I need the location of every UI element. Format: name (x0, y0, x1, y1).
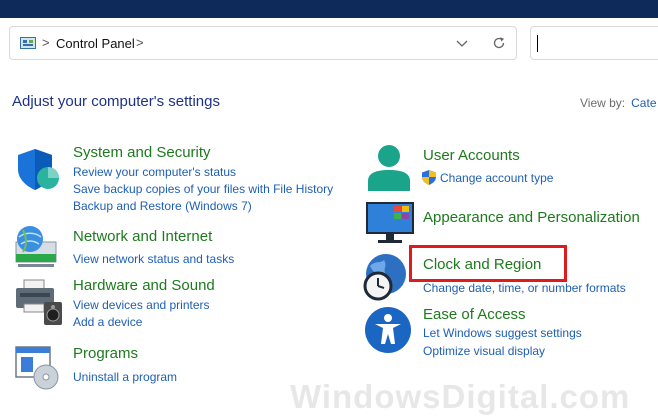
search-input[interactable] (530, 26, 658, 60)
link-review-status[interactable]: Review your computer's status (73, 165, 236, 179)
link-windows-suggest-settings[interactable]: Let Windows suggest settings (423, 326, 582, 340)
address-bar[interactable]: > Control Panel > (9, 26, 517, 60)
link-uninstall-program[interactable]: Uninstall a program (73, 370, 177, 384)
refresh-icon[interactable] (492, 36, 506, 50)
link-optimize-visual-display[interactable]: Optimize visual display (423, 344, 545, 358)
link-network-status[interactable]: View network status and tasks (73, 252, 234, 266)
link-backup-restore[interactable]: Backup and Restore (Windows 7) (73, 199, 252, 213)
text-cursor (537, 35, 538, 52)
breadcrumb-control-panel[interactable]: Control Panel (56, 36, 135, 51)
ease-of-access-icon[interactable] (364, 306, 412, 354)
category-system-and-security[interactable]: System and Security (73, 144, 211, 161)
category-hardware-and-sound[interactable]: Hardware and Sound (73, 277, 215, 294)
view-by-label: View by: (580, 96, 626, 110)
link-devices-printers[interactable]: View devices and printers (73, 298, 210, 312)
programs-icon[interactable] (14, 345, 62, 391)
category-appearance-and-personalization[interactable]: Appearance and Personalization (423, 209, 640, 226)
network-icon[interactable] (13, 224, 63, 270)
window-title-bar (0, 0, 658, 18)
breadcrumb-expand-chevron[interactable]: > (136, 35, 144, 50)
link-file-history[interactable]: Save backup copies of your files with Fi… (73, 182, 333, 196)
clock-globe-icon[interactable] (360, 252, 412, 302)
view-by-control[interactable]: View by: Cate (580, 96, 657, 110)
shield-icon[interactable] (14, 146, 62, 194)
view-by-value[interactable]: Cate (631, 96, 656, 110)
category-user-accounts[interactable]: User Accounts (423, 147, 520, 164)
uac-shield-icon (422, 170, 436, 185)
page-title: Adjust your computer's settings (12, 93, 220, 110)
link-add-device[interactable]: Add a device (73, 315, 142, 329)
chevron-down-icon[interactable] (456, 37, 468, 49)
link-change-account-type[interactable]: Change account type (440, 171, 553, 185)
control-panel-icon (20, 37, 36, 49)
breadcrumb-separator: > (42, 35, 50, 50)
user-accounts-icon[interactable] (366, 143, 412, 193)
watermark: WindowsDigital.com (290, 378, 631, 415)
category-network-and-internet[interactable]: Network and Internet (73, 228, 212, 245)
highlight-box (409, 245, 567, 282)
category-ease-of-access[interactable]: Ease of Access (423, 306, 526, 323)
link-change-date-time-formats[interactable]: Change date, time, or number formats (423, 281, 626, 295)
appearance-icon[interactable] (364, 200, 416, 246)
category-programs[interactable]: Programs (73, 345, 138, 362)
printer-icon[interactable] (14, 278, 64, 326)
